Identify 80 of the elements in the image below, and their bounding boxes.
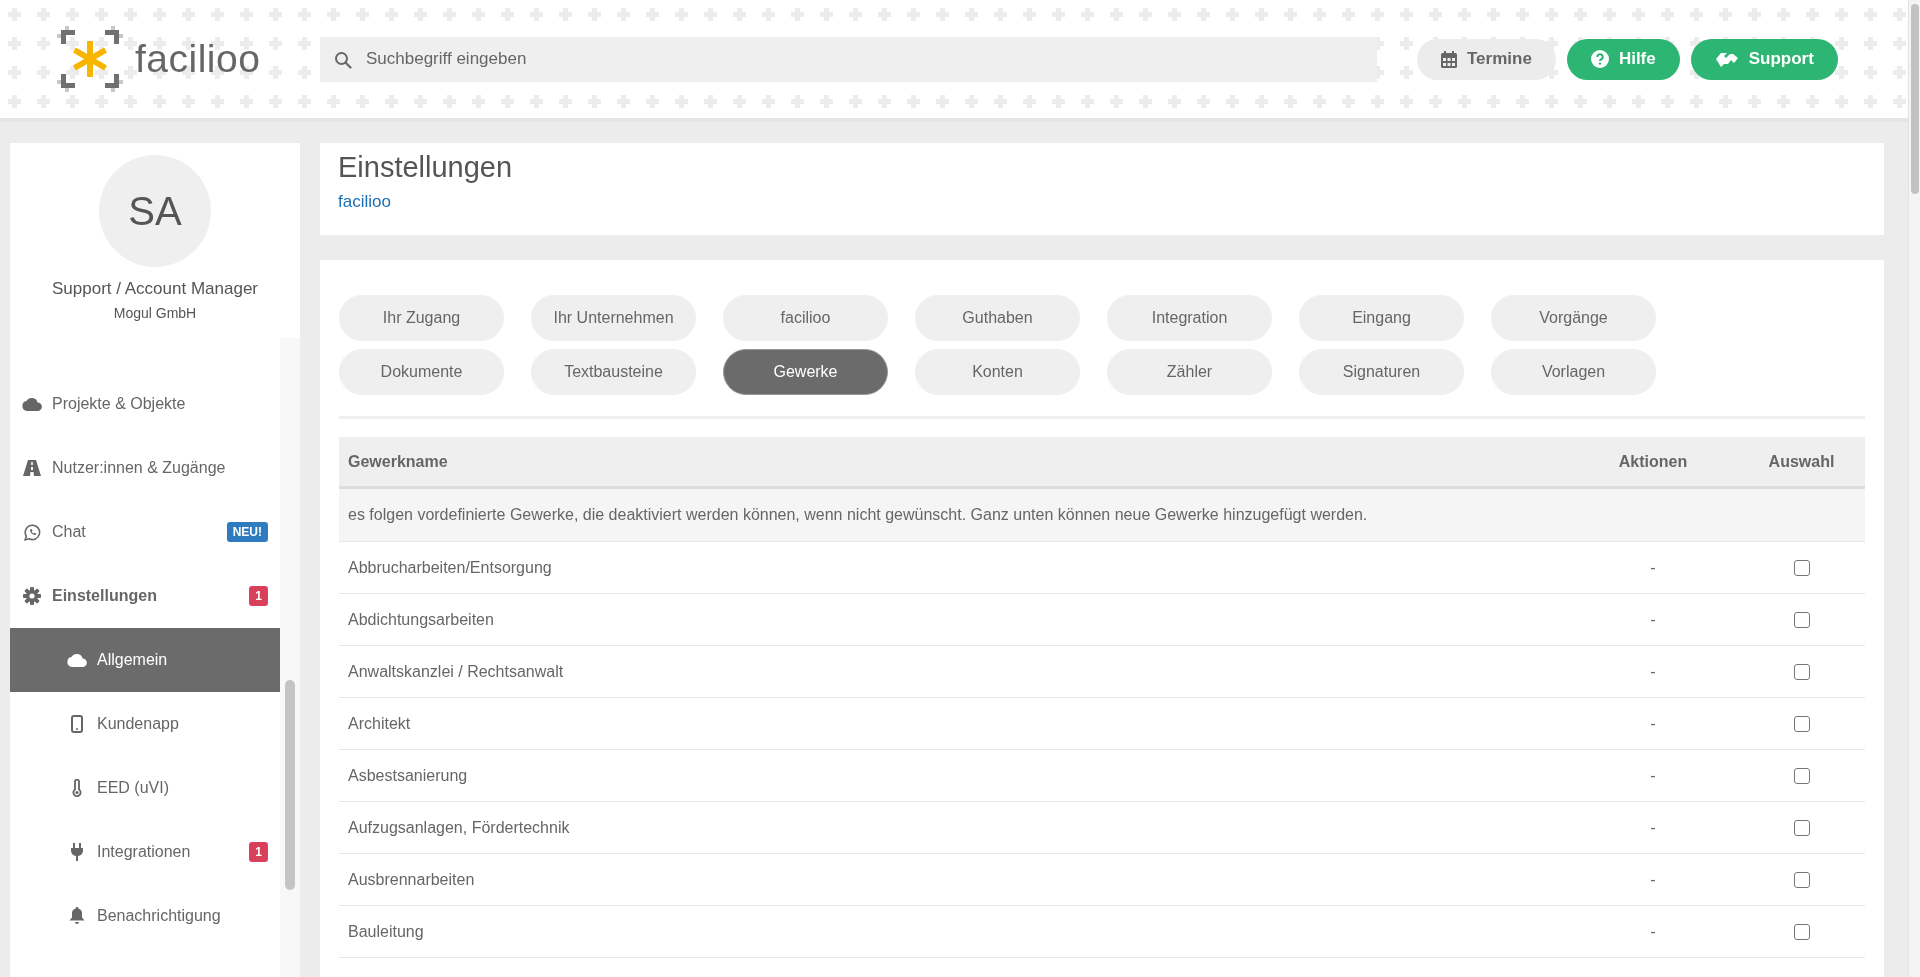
table-cell-text: Anwaltskanzlei / Rechtsanwalt xyxy=(347,662,565,681)
road-icon xyxy=(23,460,41,476)
support-button[interactable]: Support xyxy=(1690,38,1838,80)
column-header: Aktionen xyxy=(1618,452,1688,471)
table-cell: - xyxy=(1650,766,1656,785)
avatar: SA xyxy=(99,155,211,267)
checkbox[interactable] xyxy=(1793,819,1810,836)
column-header: Gewerkname xyxy=(347,452,449,471)
sidebar-item[interactable]: Nutzer:innen & Zugänge xyxy=(10,436,280,500)
table-cell: - xyxy=(1650,870,1656,889)
table-cell: - xyxy=(1650,714,1656,733)
sidebar-item[interactable]: EED (uVI) xyxy=(10,756,280,820)
column-header: Auswahl xyxy=(1768,452,1835,471)
sidebar-item[interactable]: Benachrichtigung xyxy=(10,884,280,948)
checkbox[interactable] xyxy=(1793,663,1810,680)
logo-icon xyxy=(57,26,123,92)
breadcrumb-link[interactable]: facilioo xyxy=(338,192,391,212)
info-text: es folgen vordefinierte Gewerke, die deaktiviert werden können, wenn nicht gewünscht. Ganz unten können neue Gewerke hinzugefügt werden. xyxy=(348,506,1368,524)
sidebar-item[interactable]: Allgemein xyxy=(10,628,280,692)
help-button[interactable]: Hilfe xyxy=(1566,38,1680,80)
tab[interactable]: Vorlagen xyxy=(1491,349,1656,395)
checkbox[interactable] xyxy=(1793,871,1810,888)
table-cell: - xyxy=(1650,818,1656,837)
phone-icon xyxy=(71,715,83,733)
tab[interactable]: Eingang xyxy=(1299,295,1464,341)
sidebar-item[interactable]: Projekte & Objekte xyxy=(10,372,280,436)
table-cell-text: Asbestsanierung xyxy=(347,766,469,785)
tab[interactable]: Guthaben xyxy=(915,295,1080,341)
tab[interactable]: Integration xyxy=(1107,295,1272,341)
page-title: Einstellungen xyxy=(338,151,514,184)
count-badge: 1 xyxy=(249,586,268,606)
sidebar-item[interactable]: Chat NEU! xyxy=(10,500,280,564)
checkbox[interactable] xyxy=(1793,715,1810,732)
help-icon xyxy=(1590,50,1609,68)
page-scrollbar[interactable] xyxy=(1908,0,1920,977)
table-cell-text: Ausbrennarbeiten xyxy=(347,870,476,889)
logo-text: facilioo xyxy=(135,37,261,81)
tab[interactable]: Gewerke xyxy=(723,349,888,395)
count-badge: 1 xyxy=(249,842,268,862)
cloud-icon xyxy=(22,397,42,411)
plug-icon xyxy=(70,843,84,861)
user-role: Support / Account Manager xyxy=(52,279,258,299)
table-cell-text: Bauleitung xyxy=(347,922,425,941)
table-cell-text: Abbrucharbeiten/Entsorgung xyxy=(347,558,553,577)
checkbox[interactable] xyxy=(1793,611,1810,628)
hands-icon xyxy=(1714,50,1739,68)
checkbox[interactable] xyxy=(1793,923,1810,940)
checkbox[interactable] xyxy=(1793,559,1810,576)
sidebar-item[interactable]: Kundenapp xyxy=(10,692,280,756)
bell-icon xyxy=(69,907,85,925)
sidebar-item[interactable]: Integrationen 1 xyxy=(10,820,280,884)
sidebar-item[interactable]: Einstellungen 1 xyxy=(10,564,280,628)
tab[interactable]: Ihr Unternehmen xyxy=(531,295,696,341)
cloud-icon xyxy=(67,653,87,667)
tab[interactable]: Zähler xyxy=(1107,349,1272,395)
table-cell-text: Abdichtungsarbeiten xyxy=(347,610,495,629)
checkbox[interactable] xyxy=(1793,767,1810,784)
table-cell-text: Architekt xyxy=(347,714,412,733)
table-cell: - xyxy=(1650,610,1656,629)
tab[interactable]: Textbausteine xyxy=(531,349,696,395)
appointments-button[interactable]: Termine xyxy=(1417,38,1556,80)
table-cell: - xyxy=(1650,662,1656,681)
calendar-icon xyxy=(1441,50,1457,68)
tab[interactable]: Ihr Zugang xyxy=(339,295,504,341)
search-icon xyxy=(334,50,352,69)
table-cell: - xyxy=(1650,558,1656,577)
new-badge: NEU! xyxy=(226,522,268,542)
table-cell-text: Aufzugsanlagen, Fördertechnik xyxy=(347,818,571,837)
search-field[interactable]: Suchbegriff eingeben xyxy=(320,36,1377,82)
tab[interactable]: Vorgänge xyxy=(1491,295,1656,341)
thermometer-icon xyxy=(72,779,82,797)
tab[interactable]: Konten xyxy=(915,349,1080,395)
company-name: Mogul GmbH xyxy=(113,305,197,321)
tab[interactable]: Dokumente xyxy=(339,349,504,395)
tab[interactable]: facilioo xyxy=(723,295,888,341)
table-cell: - xyxy=(1650,922,1656,941)
chat-bubble-icon xyxy=(23,523,41,541)
settings-icon xyxy=(23,587,41,605)
tab[interactable]: Signaturen xyxy=(1299,349,1464,395)
scrollbar[interactable] xyxy=(280,338,300,977)
